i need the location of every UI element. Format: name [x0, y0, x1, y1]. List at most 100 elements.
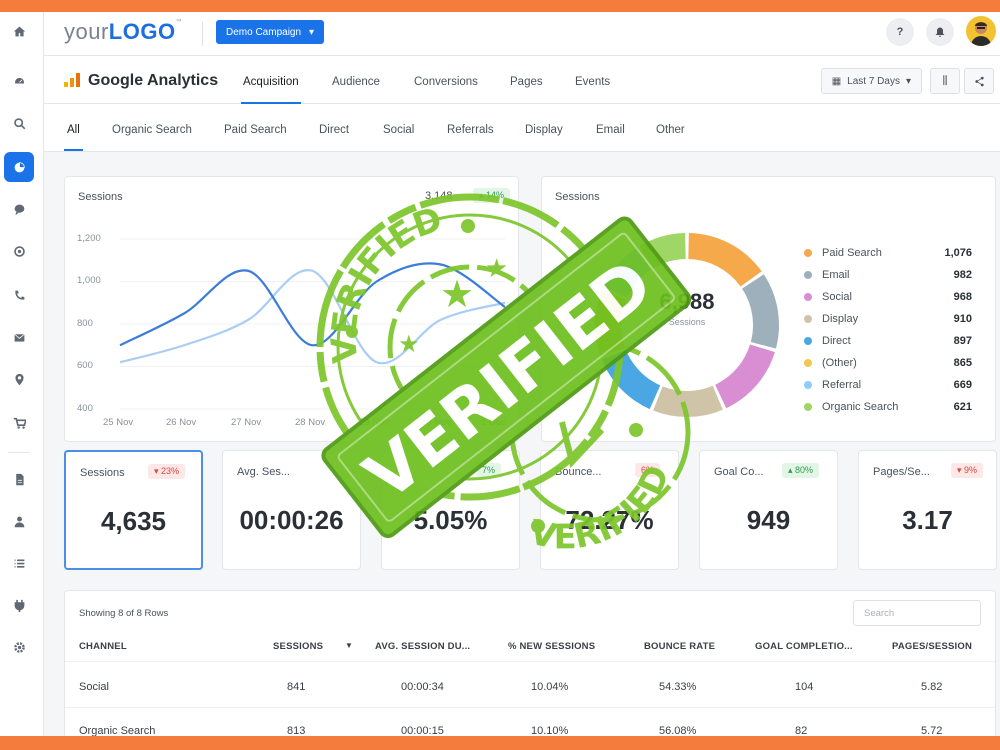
column-header[interactable]: CHANNEL: [79, 641, 127, 652]
list-icon[interactable]: [4, 548, 34, 578]
sessions-donut-card: Sessions 6,988 Sessions Paid Search 1,076…: [541, 176, 996, 442]
brand-logo[interactable]: yourLOGO™: [64, 19, 182, 45]
date-range-dropdown[interactable]: ▦ Last 7 Days ▾: [820, 68, 922, 94]
donut-slice[interactable]: [688, 233, 762, 287]
legend-item[interactable]: Direct 897: [804, 335, 972, 347]
legend-label: Referral: [822, 379, 862, 391]
kpi-value: 4,635: [100, 506, 167, 536]
channel-tab-paid-search[interactable]: Paid Search: [224, 124, 287, 136]
x-tick-label: 29 Nov: [359, 417, 390, 428]
plug-icon[interactable]: [4, 590, 34, 620]
donut-slice[interactable]: [653, 385, 723, 417]
donut-center: 6,988 Sessions: [632, 289, 742, 327]
kpi-card-sessions[interactable]: Sessions ▾ 23% 4,635: [64, 450, 203, 570]
channel-tab-other[interactable]: Other: [656, 124, 685, 136]
table-cell: 00:00:34: [401, 681, 444, 693]
column-header[interactable]: GOAL COMPLETIO...: [755, 641, 853, 652]
column-header[interactable]: SESSIONS: [273, 641, 323, 652]
channel-tab-display[interactable]: Display: [525, 124, 563, 136]
tab-pages[interactable]: Pages: [510, 76, 543, 88]
calendar-icon: ▦: [831, 75, 842, 87]
series-line: [119, 262, 506, 347]
kpi-value: 72.27%: [565, 505, 654, 535]
tab-conversions[interactable]: Conversions: [414, 76, 478, 88]
table-cell: Organic Search: [79, 725, 156, 736]
chat-icon[interactable]: [4, 194, 34, 224]
cart-icon[interactable]: [4, 408, 34, 438]
legend-value: 621: [953, 401, 972, 413]
donut-slice[interactable]: [601, 349, 661, 410]
legend-item[interactable]: Organic Search 621: [804, 401, 972, 413]
legend-item[interactable]: Paid Search 1,076: [804, 247, 972, 259]
column-header[interactable]: BOUNCE RATE: [644, 641, 715, 652]
legend-label: Social: [822, 291, 852, 303]
column-header[interactable]: PAGES/SESSION: [892, 641, 972, 652]
column-header[interactable]: AVG. SESSION DU...: [375, 641, 470, 652]
channel-tab-direct[interactable]: Direct: [319, 124, 349, 136]
donut-slice[interactable]: [715, 344, 775, 409]
kpi-label: Avg. Ses...: [237, 466, 290, 478]
kpi-card-goal-completions[interactable]: Goal Co... ▴ 80% 949: [699, 450, 838, 570]
channel-tab-email[interactable]: Email: [596, 124, 625, 136]
search-icon[interactable]: [4, 108, 34, 138]
page-title: Google Analytics: [88, 72, 219, 89]
user-icon[interactable]: [4, 506, 34, 536]
share-button[interactable]: [964, 68, 994, 94]
comments-icon[interactable]: [4, 236, 34, 266]
legend-swatch: [804, 359, 812, 367]
kpi-change-badge: ▾ 23%: [148, 464, 186, 479]
donut-slice[interactable]: [742, 274, 779, 349]
campaign-dropdown[interactable]: Demo Campaign ▾: [216, 20, 325, 44]
kpi-card-avg-session[interactable]: Avg. Ses... 00:00:26: [222, 450, 361, 570]
kpi-card-new-sessions[interactable]: 7% 5.05%: [381, 450, 520, 570]
x-tick-label: 30 Nov: [421, 417, 452, 428]
sort-caret-icon[interactable]: ▼: [345, 641, 353, 650]
tab-acquisition[interactable]: Acquisition: [241, 76, 301, 104]
x-tick-label: 25 Nov: [103, 417, 134, 428]
campaign-label: Demo Campaign: [226, 26, 302, 38]
dashboard-icon[interactable]: [4, 66, 34, 96]
report-icon[interactable]: [4, 464, 34, 494]
mail-icon[interactable]: [4, 322, 34, 352]
legend-item[interactable]: Social 968: [804, 291, 972, 303]
channel-tab-all[interactable]: All: [64, 124, 83, 151]
filter-sliders-button[interactable]: ⫼: [930, 68, 960, 94]
legend-swatch: [804, 293, 812, 301]
kpi-label: Sessions: [80, 467, 125, 479]
kpi-change-badge: 6%: [635, 463, 661, 477]
kpi-card-bounce[interactable]: Bounce... 6% 72.27%: [540, 450, 679, 570]
gear-icon[interactable]: [4, 632, 34, 662]
table-search-input[interactable]: Search: [853, 600, 981, 626]
tab-audience[interactable]: Audience: [332, 76, 380, 88]
sidebar: [0, 12, 44, 736]
home-icon[interactable]: [4, 16, 34, 46]
donut-slice[interactable]: [595, 289, 626, 357]
legend-item[interactable]: Display 910: [804, 313, 972, 325]
legend-item[interactable]: (Other) 865: [804, 357, 972, 369]
kpi-label: Pages/Se...: [873, 466, 930, 478]
column-header[interactable]: % NEW SESSIONS: [508, 641, 595, 652]
legend-value: 1,076: [944, 247, 972, 259]
channel-tab-organic-search[interactable]: Organic Search: [112, 124, 192, 136]
x-tick-label: 28 Nov: [295, 417, 326, 428]
bell-icon[interactable]: [926, 18, 954, 46]
channel-tab-social[interactable]: Social: [383, 124, 414, 136]
avatar[interactable]: [966, 16, 996, 46]
legend-swatch: [804, 381, 812, 389]
kpi-card-pages-session[interactable]: Pages/Se... ▾ 9% 3.17: [858, 450, 997, 570]
legend-label: Email: [822, 269, 850, 281]
channel-tab-referrals[interactable]: Referrals: [447, 124, 494, 136]
legend-value: 982: [953, 269, 972, 281]
pie-chart-icon[interactable]: [4, 152, 34, 182]
x-tick-label: 1 Dec: [481, 417, 506, 428]
location-pin-icon[interactable]: [4, 364, 34, 394]
phone-icon[interactable]: [4, 280, 34, 310]
sliders-icon: ⫼: [942, 74, 948, 87]
legend-item[interactable]: Referral 669: [804, 379, 972, 391]
donut-slice[interactable]: [639, 233, 686, 269]
help-button[interactable]: ?: [886, 18, 914, 46]
table-cell: Social: [79, 681, 109, 693]
kpi-value: 949: [746, 505, 791, 535]
legend-item[interactable]: Email 982: [804, 269, 972, 281]
tab-events[interactable]: Events: [575, 76, 610, 88]
